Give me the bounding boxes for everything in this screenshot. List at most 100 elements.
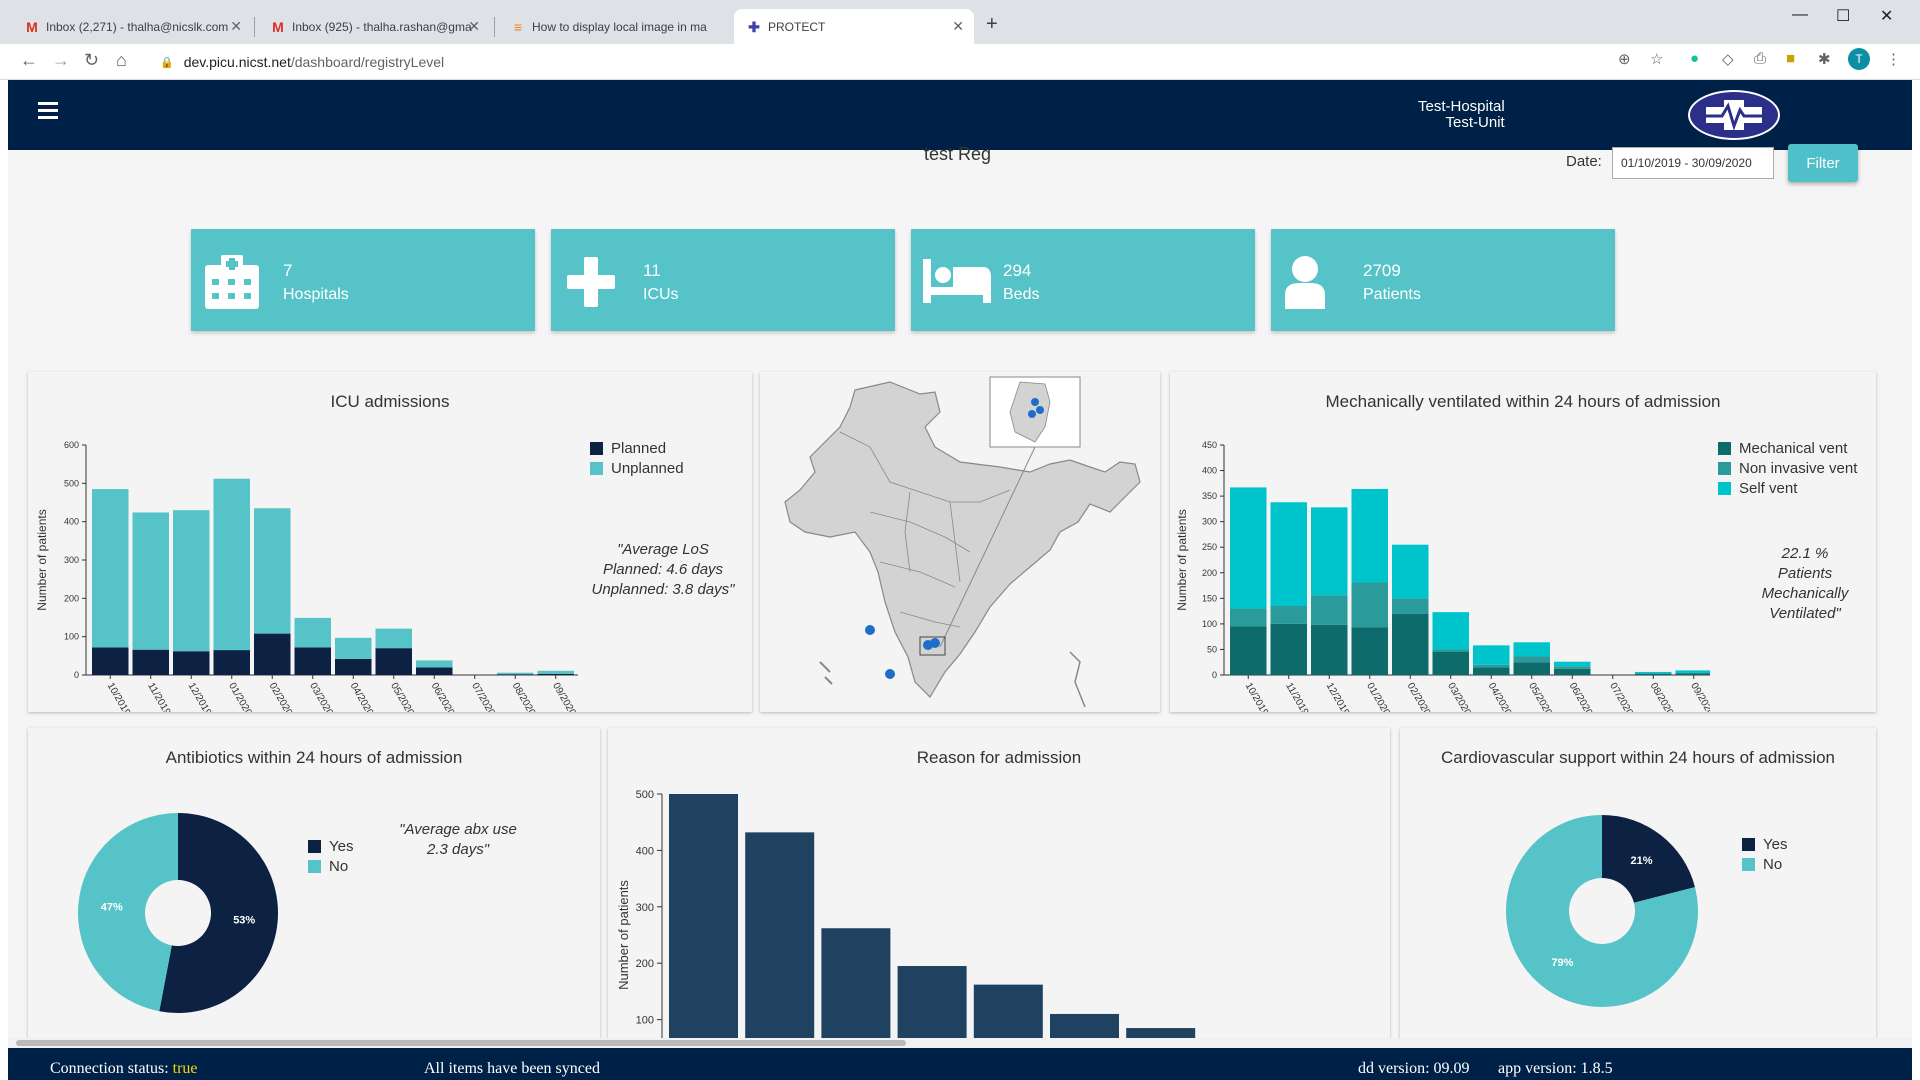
legend-item: No	[308, 856, 353, 876]
lock-icon: 🔒	[160, 56, 174, 69]
x-tick-label: 03/2020	[307, 681, 335, 712]
hamburger-menu-icon[interactable]	[38, 102, 58, 123]
note-line: Planned: 4.6 days	[602, 561, 724, 578]
bar-segment	[1392, 544, 1429, 599]
legend-label: Non invasive vent	[1739, 459, 1858, 477]
bar-segment	[1270, 623, 1307, 675]
maximize-icon[interactable]: ☐	[1836, 6, 1850, 26]
bar-segment	[1554, 668, 1591, 675]
minimize-icon[interactable]: —	[1792, 6, 1808, 24]
india-map	[784, 376, 1141, 708]
icu-admissions-chart: 0 100 200 300 400 500 600 Number of patients 10/…	[35, 440, 578, 712]
y-tick-label: 300	[64, 555, 79, 565]
reload-icon[interactable]: ↻	[84, 50, 99, 71]
bar-segment	[1230, 626, 1267, 675]
inset-marker[interactable]	[1028, 410, 1036, 418]
icu-admissions-panel: ICU admissions 0 100 200 300 400 500 600 Number…	[28, 372, 752, 712]
legend-item: Unplanned	[590, 458, 684, 478]
bar-segment	[1432, 612, 1469, 650]
cardio-pie: 21% 79%	[1506, 815, 1698, 1007]
filter-button[interactable]: Filter	[1788, 144, 1858, 182]
chart-title: Cardiovascular support within 24 hours o…	[1440, 748, 1836, 767]
tab-label: How to display local image in ma	[532, 19, 707, 34]
x-tick-label: 02/2020	[1405, 681, 1433, 712]
tab-strip: M Inbox (2,271) - thalha@nicslk.com ✕ M …	[0, 0, 1920, 44]
legend-item: Yes	[1742, 834, 1787, 854]
puzzle-icon[interactable]: ✱	[1818, 50, 1831, 68]
legend-swatch	[1742, 837, 1755, 851]
legend-label: Self vent	[1739, 479, 1798, 497]
note-line: "Average abx use	[399, 821, 517, 838]
x-tick-label: 11/2019	[145, 681, 172, 712]
y-tick-label: 400	[1202, 466, 1217, 476]
bar-segment	[213, 650, 250, 675]
x-tick-label: 01/2020	[1364, 681, 1392, 712]
y-tick-label: 300	[636, 902, 654, 914]
close-window-icon[interactable]: ✕	[1880, 6, 1893, 26]
mechanical-vent-panel: Mechanically ventilated within 24 hours …	[1170, 372, 1876, 712]
tab-stackoverflow[interactable]: ≡ How to display local image in ma	[498, 9, 734, 44]
profile-avatar[interactable]: T	[1848, 48, 1870, 70]
legend-item: Self vent	[1718, 478, 1857, 498]
grammarly-icon[interactable]: ●	[1690, 50, 1699, 67]
x-tick-label: 04/2020	[348, 681, 376, 712]
mech-legend: Mechanical vent Non invasive vent Self v…	[1718, 438, 1857, 498]
close-icon[interactable]: ✕	[952, 18, 964, 35]
new-tab-icon[interactable]: +	[986, 13, 998, 36]
tab-inbox-2[interactable]: M Inbox (925) - thalha.rashan@gma ✕	[258, 9, 490, 44]
tab-label: Inbox (925) - thalha.rashan@gma	[292, 19, 472, 34]
printer-icon[interactable]: ⎙	[1754, 50, 1766, 67]
bookmark-star-icon[interactable]: ☆	[1650, 50, 1663, 68]
antibiotics-pie: 53% 47%	[77, 813, 278, 1013]
date-range-input[interactable]	[1612, 147, 1774, 179]
x-tick-label: 11/2019	[1283, 681, 1310, 712]
close-icon[interactable]: ✕	[468, 18, 480, 35]
url-path: /dashboard/registryLevel	[290, 54, 445, 70]
bar-segment	[497, 674, 534, 675]
gmail-icon: M	[272, 19, 284, 35]
inset-marker[interactable]	[1031, 398, 1039, 406]
bar-segment	[1675, 670, 1710, 673]
bar-segment	[375, 628, 412, 649]
bar-segment	[335, 658, 372, 675]
sticky-note-icon[interactable]: ■	[1786, 50, 1795, 67]
forward-icon[interactable]: →	[52, 50, 70, 71]
y-tick-label: 350	[1202, 491, 1217, 501]
address-bar[interactable]: 🔒 dev.picu.nicst.net/dashboard/registryL…	[160, 48, 1640, 76]
bar-segment	[132, 649, 169, 675]
hospital-marker[interactable]	[865, 625, 875, 635]
bar-segment	[1635, 673, 1672, 675]
hospital-marker[interactable]	[930, 638, 940, 648]
extension-icon[interactable]: ◇	[1722, 50, 1734, 68]
card-label: ICUs	[643, 286, 679, 303]
x-tick-label: 07/2020	[1607, 681, 1635, 712]
y-tick-label: 150	[1202, 593, 1217, 603]
bar-segment	[1635, 671, 1672, 674]
abx-note: "Average abx use 2.3 days"	[368, 820, 548, 860]
gmail-icon: M	[26, 19, 38, 35]
x-tick-label: 06/2020	[429, 681, 457, 712]
install-icon[interactable]: ⊕	[1618, 50, 1631, 68]
scrollbar-thumb[interactable]	[16, 1040, 906, 1046]
back-icon[interactable]: ←	[20, 50, 38, 71]
bar-segment	[497, 672, 534, 675]
close-icon[interactable]: ✕	[230, 18, 242, 35]
hospital-marker[interactable]	[885, 669, 895, 679]
legend-swatch	[308, 859, 321, 873]
connection-label: Connection status:	[50, 1060, 169, 1077]
home-icon[interactable]: ⌂	[116, 50, 127, 71]
bar-segment	[1270, 502, 1307, 606]
note-line: 22.1 %	[1781, 545, 1829, 562]
bar-segment	[1554, 666, 1591, 669]
x-tick-label: 05/2020	[1526, 681, 1554, 712]
menu-kebab-icon[interactable]: ⋮	[1886, 50, 1901, 68]
legend-swatch	[590, 461, 603, 475]
slice-label: 79%	[1551, 957, 1573, 969]
bar-segment	[1311, 507, 1348, 596]
bar-segment	[1432, 652, 1469, 675]
inset-marker[interactable]	[1036, 406, 1044, 414]
card-label: Beds	[1003, 286, 1040, 303]
tab-protect[interactable]: ✚ PROTECT ✕	[734, 9, 974, 44]
tab-inbox-1[interactable]: M Inbox (2,271) - thalha@nicslk.com ✕	[12, 9, 252, 44]
hospital-name: Test-Hospital	[1418, 98, 1505, 115]
